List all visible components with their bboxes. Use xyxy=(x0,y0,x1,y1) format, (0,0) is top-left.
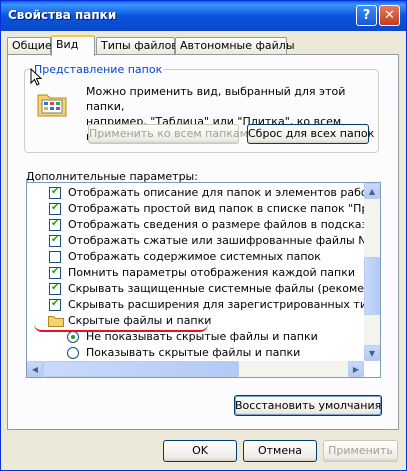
setting-label: Отображать сжатые или зашифрованные файл… xyxy=(68,234,381,247)
close-button[interactable]: ✕ xyxy=(379,5,400,26)
tab-general[interactable]: Общие xyxy=(7,37,52,54)
scroll-up-icon[interactable]: ▲ xyxy=(364,183,380,199)
advanced-settings-tree[interactable]: ✔ Отображать описание для папок и элемен… xyxy=(26,182,381,378)
setting-label: Отображать содержимое системных папок xyxy=(68,250,321,263)
checkbox[interactable]: ✔ xyxy=(49,202,61,215)
checkmark-icon: ✔ xyxy=(51,186,60,197)
setting-label: Отображать описание для папок и элементо… xyxy=(68,186,381,199)
radio-button[interactable] xyxy=(67,331,79,343)
scroll-left-icon[interactable]: ◀ xyxy=(27,361,43,377)
radio-button[interactable] xyxy=(67,347,79,359)
scroll-right-icon[interactable]: ▶ xyxy=(348,361,364,377)
checkmark-icon: ✔ xyxy=(51,266,60,277)
horizontal-scrollbar[interactable]: ◀ ▶ xyxy=(27,361,364,377)
vertical-scroll-thumb[interactable] xyxy=(364,257,380,315)
checkbox[interactable]: ✔ xyxy=(49,234,61,247)
checkmark-icon: ✔ xyxy=(51,218,60,229)
checkmark-icon: ✔ xyxy=(51,234,60,245)
window-title: Свойства папки xyxy=(8,8,117,22)
title-bar[interactable]: Свойства папки ? ✕ xyxy=(1,1,406,31)
checkbox[interactable]: ✔ xyxy=(49,218,61,231)
checkmark-icon: ✔ xyxy=(51,202,60,213)
checkbox[interactable]: ✔ xyxy=(49,266,61,279)
setting-label: Скрывать расширения для зарегистрированн… xyxy=(68,298,381,311)
red-underline-annotation xyxy=(34,324,208,332)
apply-button[interactable]: Применить xyxy=(323,440,398,462)
checkbox[interactable]: ✔ xyxy=(49,298,61,311)
checkbox[interactable]: ✔ xyxy=(49,282,61,295)
checkbox[interactable]: ✔ xyxy=(49,186,61,199)
folder-views-icon xyxy=(37,94,67,117)
setting-label: Показывать скрытые файлы и папки xyxy=(86,346,301,359)
setting-label: Скрывать защищенные системные файлы (рек… xyxy=(68,282,381,295)
setting-label: Отображать простой вид папок в списке па… xyxy=(68,202,381,215)
radio-selected-dot xyxy=(71,335,75,339)
reset-all-folders-button[interactable]: Сброс для всех папок xyxy=(247,124,374,144)
help-button[interactable]: ? xyxy=(356,5,377,26)
horizontal-scroll-thumb[interactable] xyxy=(43,361,239,377)
tab-view[interactable]: Вид xyxy=(51,35,95,56)
cancel-button[interactable]: Отмена xyxy=(243,440,317,462)
scroll-down-icon[interactable]: ▼ xyxy=(364,345,380,361)
apply-to-all-folders-button[interactable]: Применить ко всем папкам xyxy=(88,124,248,144)
tab-offline-files[interactable]: Автономные файлы xyxy=(175,37,295,54)
checkmark-icon: ✔ xyxy=(51,282,60,293)
setting-label: Отображать сведения о размере файлов в п… xyxy=(68,218,381,231)
checkmark-icon: ✔ xyxy=(51,298,60,309)
ok-button[interactable]: OK xyxy=(163,440,237,462)
setting-label: Помнить параметры отображения каждой пап… xyxy=(68,266,356,279)
mouse-cursor-icon xyxy=(30,68,42,86)
restore-defaults-button[interactable]: Восстановить умолчания xyxy=(234,395,382,416)
folder-views-title: Представление папок xyxy=(32,63,165,76)
vertical-scrollbar[interactable]: ▲ ▼ xyxy=(364,183,380,361)
description-line-1: Можно применить вид, выбранный для этой … xyxy=(86,85,346,113)
tab-file-types[interactable]: Типы файлов xyxy=(96,37,178,54)
checkbox[interactable] xyxy=(49,251,61,263)
